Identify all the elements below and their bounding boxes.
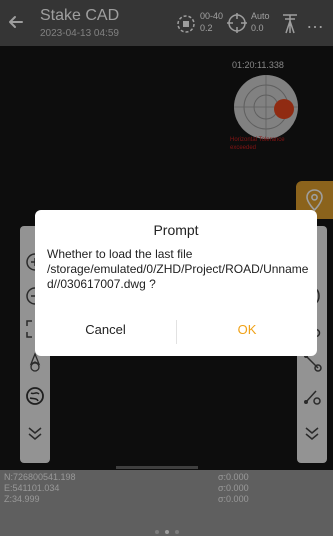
dialog-message: Whether to load the last file /storage/e… bbox=[47, 247, 309, 291]
dialog-title: Prompt bbox=[153, 222, 199, 238]
prompt-dialog: Prompt Whether to load the last file /st… bbox=[35, 210, 317, 356]
cancel-button[interactable]: Cancel bbox=[35, 322, 176, 337]
ok-button[interactable]: OK bbox=[177, 322, 317, 337]
